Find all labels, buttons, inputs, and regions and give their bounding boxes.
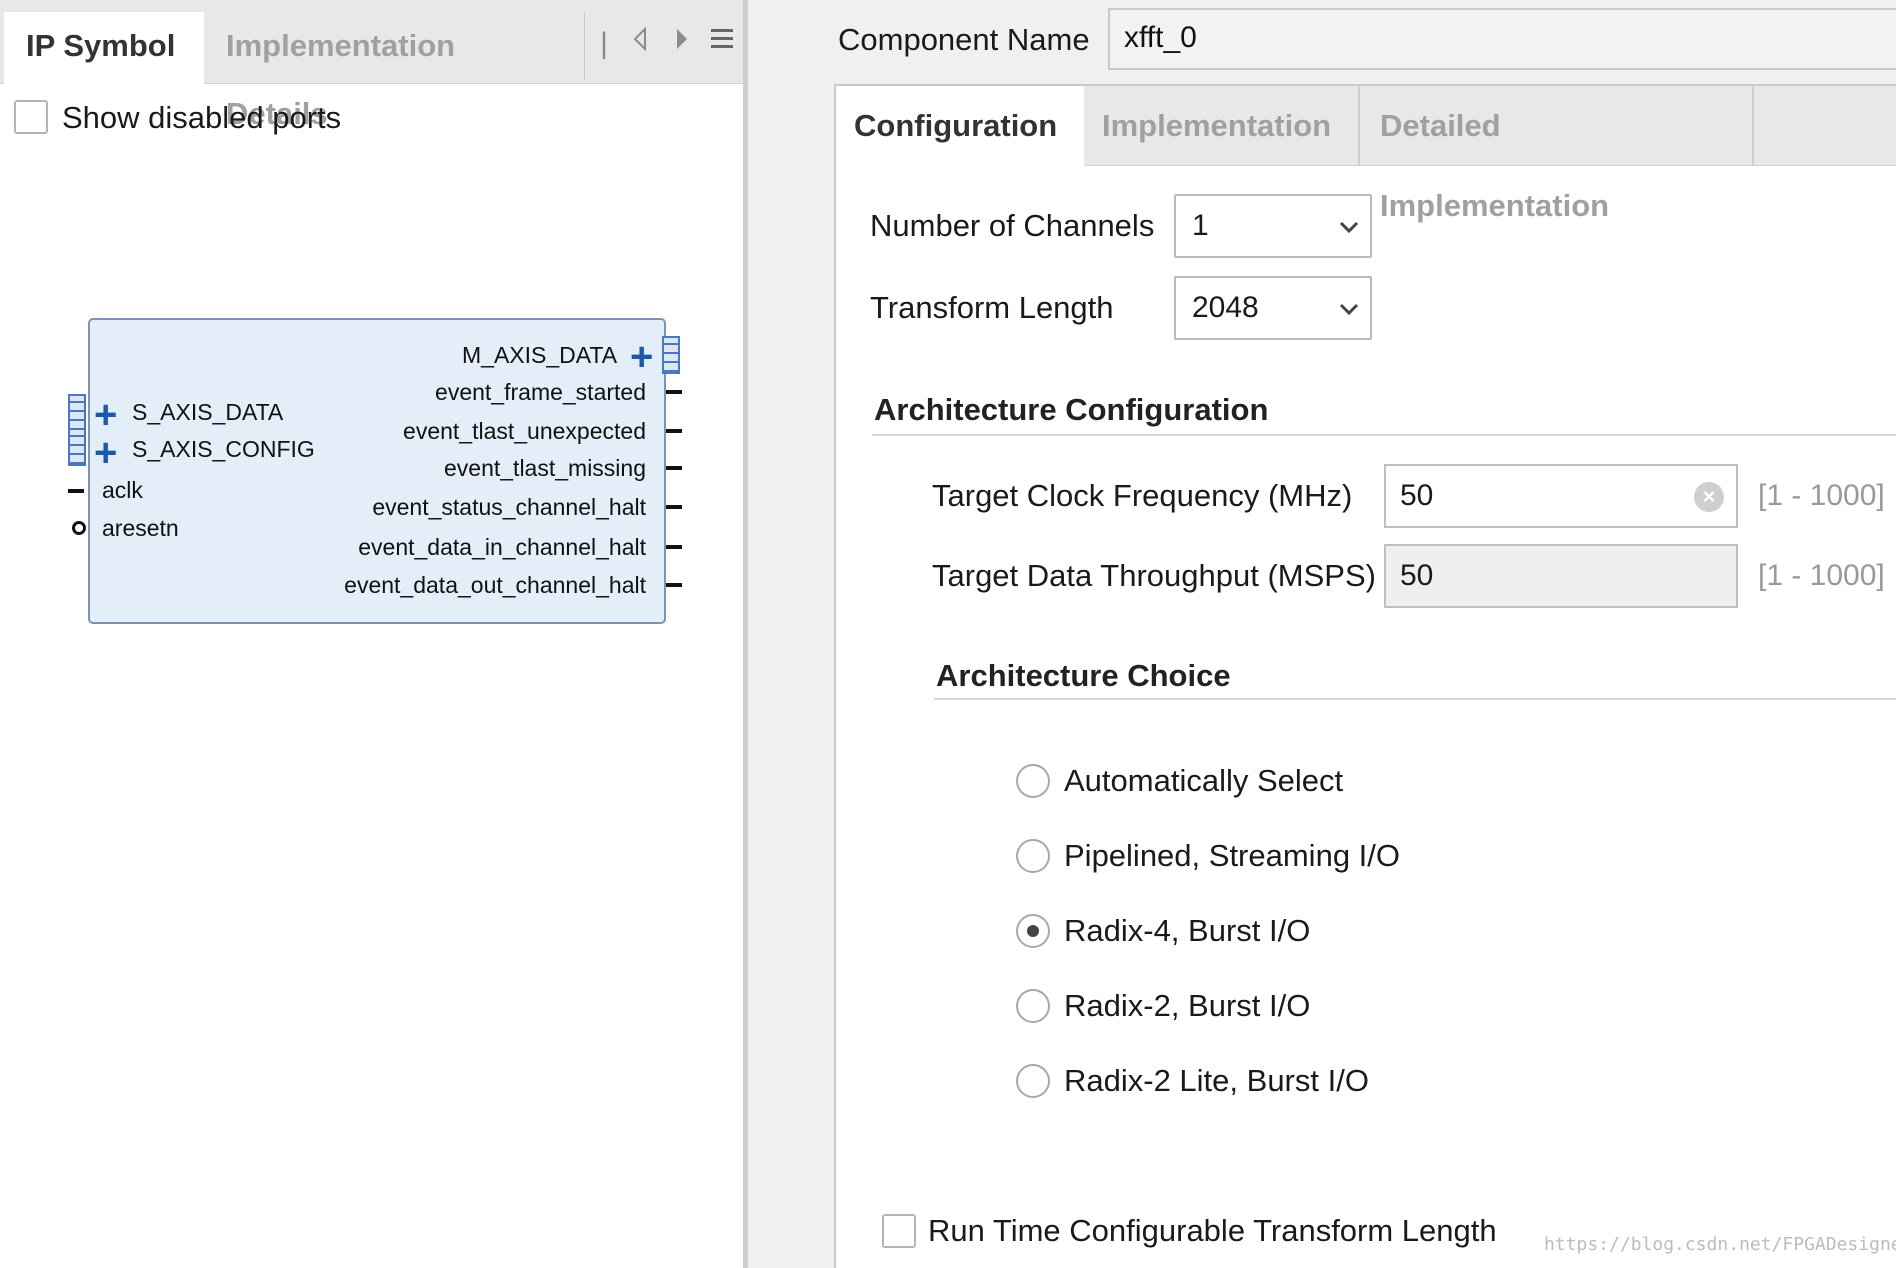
tab-configuration[interactable]: Configuration [836, 86, 1084, 166]
expand-plus-icon[interactable]: + [630, 337, 653, 377]
port-aresetn: aresetn [102, 515, 179, 541]
transform-length-select[interactable]: 2048 [1174, 276, 1372, 340]
num-channels-value: 1 [1192, 209, 1209, 242]
radio-radix2-lite-burst[interactable] [1016, 1064, 1050, 1098]
radio-label-radix4-burst: Radix-4, Burst I/O [1064, 913, 1311, 948]
port-event-tlast-unexpected: event_tlast_unexpected [403, 418, 646, 444]
radio-label-radix2-burst: Radix-2, Burst I/O [1064, 988, 1311, 1023]
tab-ip-symbol[interactable]: IP Symbol [4, 12, 204, 84]
architecture-configuration-title: Architecture Configuration [874, 392, 1269, 427]
pin-wire [666, 390, 682, 394]
target-throughput-input[interactable]: 50 [1384, 544, 1738, 608]
transform-length-label: Transform Length [870, 290, 1114, 325]
show-disabled-ports-label: Show disabled ports [62, 100, 342, 135]
ip-symbol-panel [0, 0, 748, 1268]
pin-wire [68, 489, 84, 493]
radio-radix2-burst[interactable] [1016, 989, 1050, 1023]
watermark: https://blog.csdn.net/FPGADesigner [1544, 1234, 1896, 1255]
menu-icon[interactable] [704, 22, 740, 66]
active-low-bubble-icon [72, 521, 86, 535]
section-divider [872, 434, 1896, 436]
left-tab-bar: IP Symbol Implementation Details | [0, 0, 743, 131]
radio-label-automatically-select: Automatically Select [1064, 763, 1344, 798]
target-clock-input[interactable]: 50 × [1384, 464, 1738, 528]
target-clock-value: 50 [1400, 479, 1434, 512]
target-throughput-range: [1 - 1000] [1758, 559, 1885, 592]
port-event-status-channel-halt: event_status_channel_halt [372, 494, 646, 520]
architecture-choice-title: Architecture Choice [936, 658, 1231, 693]
num-channels-label: Number of Channels [870, 208, 1155, 243]
transform-length-value: 2048 [1192, 291, 1259, 324]
chevron-down-icon [1339, 221, 1359, 234]
bus-interface-icon [662, 336, 680, 374]
target-clock-label: Target Clock Frequency (MHz) [932, 478, 1353, 513]
port-m-axis-data: M_AXIS_DATA [462, 342, 618, 368]
port-s-axis-config: S_AXIS_CONFIG [132, 436, 315, 462]
port-event-data-out-channel-halt: event_data_out_channel_halt [344, 572, 646, 598]
target-throughput-value: 50 [1400, 559, 1434, 592]
radio-pipelined-streaming[interactable] [1016, 839, 1050, 873]
tab-overflow-icon[interactable]: | [592, 22, 616, 66]
component-name-label: Component Name [838, 22, 1090, 57]
target-throughput-label: Target Data Throughput (MSPS) [932, 558, 1376, 593]
target-clock-range: [1 - 1000] [1758, 479, 1885, 512]
tab-implementation[interactable]: Implementation [1084, 86, 1360, 166]
expand-plus-icon[interactable]: + [94, 433, 117, 473]
bus-interface-icon [68, 428, 86, 466]
radio-automatically-select[interactable] [1016, 764, 1050, 798]
tab-detailed-implementation[interactable]: Detailed Implementation [1362, 86, 1754, 223]
pin-wire [666, 545, 682, 549]
runtime-config-transform-length-checkbox[interactable] [882, 1214, 916, 1248]
clear-icon[interactable]: × [1694, 482, 1724, 512]
chevron-down-icon [1339, 303, 1359, 316]
pin-wire [666, 505, 682, 509]
component-name-input[interactable]: xfft_0 [1108, 8, 1896, 70]
pin-wire [666, 429, 682, 433]
expand-plus-icon[interactable]: + [94, 395, 117, 435]
chevron-right-icon[interactable] [664, 22, 700, 66]
port-event-data-in-channel-halt: event_data_in_channel_halt [358, 534, 646, 560]
chevron-left-icon[interactable] [622, 22, 658, 66]
num-channels-select[interactable]: 1 [1174, 194, 1372, 258]
tab-divider [584, 12, 585, 80]
radio-radix4-burst[interactable] [1016, 914, 1050, 948]
radio-label-pipelined-streaming: Pipelined, Streaming I/O [1064, 838, 1401, 873]
port-aclk: aclk [102, 477, 143, 503]
runtime-config-transform-length-label: Run Time Configurable Transform Length [928, 1213, 1497, 1248]
bus-interface-icon [68, 394, 86, 432]
show-disabled-ports-checkbox[interactable] [14, 100, 48, 134]
pin-wire [666, 583, 682, 587]
port-s-axis-data: S_AXIS_DATA [132, 399, 284, 425]
section-divider [934, 698, 1896, 700]
radio-label-radix2-lite-burst: Radix-2 Lite, Burst I/O [1064, 1063, 1369, 1098]
pin-wire [666, 466, 682, 470]
tab-implementation-details[interactable]: Implementation Details [204, 12, 584, 131]
port-event-frame-started: event_frame_started [435, 379, 646, 405]
right-tab-bar: Configuration Implementation Detailed Im… [836, 86, 1896, 223]
port-event-tlast-missing: event_tlast_missing [444, 455, 646, 481]
